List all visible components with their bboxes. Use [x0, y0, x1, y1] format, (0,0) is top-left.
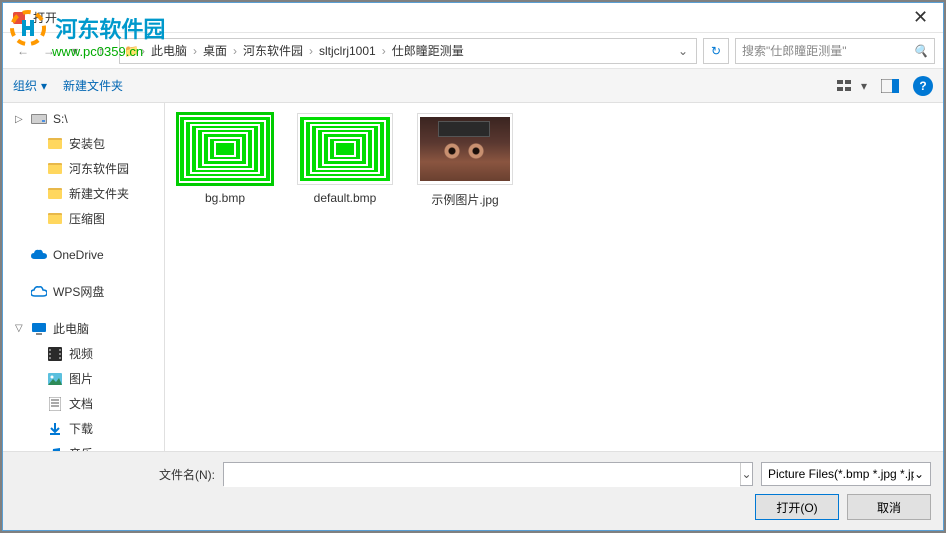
tree-item-pc[interactable]: ▽ 此电脑: [3, 316, 164, 341]
tree-item-music[interactable]: 音乐: [3, 441, 164, 451]
tree-item-folder[interactable]: 新建文件夹: [3, 181, 164, 206]
tree-label: 图片: [69, 370, 93, 387]
folder-icon: 📁: [124, 44, 139, 58]
file-item[interactable]: bg.bmp: [175, 113, 275, 205]
tree-toggle-icon[interactable]: ▷: [15, 114, 25, 125]
folder-icon: [47, 186, 63, 202]
sidebar: ▷ S:\安装包河东软件园新建文件夹压缩图 OneDrive WPS网盘 ▽ 此电脑视频图…: [3, 103, 165, 451]
tree-label: S:\: [53, 112, 68, 126]
footer: 文件名(N): ⌄ Picture Files(*.bmp *.jpg *.jp…: [3, 451, 943, 530]
search-placeholder: 搜索"仕郎瞳距测量": [742, 42, 913, 59]
nav-row: ← → ▾ ↑ 📁 › 此电脑 › 桌面 › 河东软件园 › sltjclrj1…: [3, 33, 943, 69]
chevron-down-icon[interactable]: ⌄: [678, 44, 688, 58]
tree-label: 文档: [69, 395, 93, 412]
breadcrumb-item[interactable]: 河东软件园: [239, 40, 307, 61]
organize-button[interactable]: 组织 ▾: [13, 77, 47, 94]
pc-icon: [31, 321, 47, 337]
chevron-right-icon: ›: [309, 44, 313, 58]
picture-icon: [47, 371, 63, 387]
tree-item-cloud-outline[interactable]: WPS网盘: [3, 279, 164, 304]
refresh-button[interactable]: ↻: [703, 38, 729, 64]
breadcrumb[interactable]: 📁 › 此电脑 › 桌面 › 河东软件园 › sltjclrj1001 › 仕郎…: [119, 38, 697, 64]
tree-item-folder[interactable]: 河东软件园: [3, 156, 164, 181]
download-icon: [47, 421, 63, 437]
breadcrumb-item[interactable]: 此电脑: [147, 40, 191, 61]
chevron-right-icon: ›: [233, 44, 237, 58]
tree-toggle-icon[interactable]: ▽: [15, 323, 25, 334]
video-icon: [47, 346, 63, 362]
chevron-down-icon: ⌄: [914, 467, 924, 481]
body: ▷ S:\安装包河东软件园新建文件夹压缩图 OneDrive WPS网盘 ▽ 此电脑视频图…: [3, 103, 943, 451]
drive-icon: [31, 111, 47, 127]
tree-item-doc[interactable]: 文档: [3, 391, 164, 416]
cloud-outline-icon: [31, 284, 47, 300]
tree-item-folder[interactable]: 压缩图: [3, 206, 164, 231]
tree-item-download[interactable]: 下载: [3, 416, 164, 441]
chevron-right-icon: ›: [141, 44, 145, 58]
file-item[interactable]: 示例图片.jpg: [415, 113, 515, 208]
file-name: bg.bmp: [175, 191, 275, 205]
forward-button[interactable]: →: [37, 39, 61, 63]
chevron-right-icon: ›: [193, 44, 197, 58]
folder-icon: [47, 136, 63, 152]
file-name: 示例图片.jpg: [415, 191, 515, 208]
filter-text: Picture Files(*.bmp *.jpg *.jpe: [768, 467, 914, 481]
tree-item-picture[interactable]: 图片: [3, 366, 164, 391]
file-thumbnail: [177, 113, 273, 185]
tree-label: 安装包: [69, 135, 105, 152]
breadcrumb-item[interactable]: sltjclrj1001: [315, 42, 380, 60]
new-folder-button[interactable]: 新建文件夹: [63, 77, 123, 94]
file-name: default.bmp: [295, 191, 395, 205]
tree-label: OneDrive: [53, 248, 104, 262]
tree-label: 视频: [69, 345, 93, 362]
folder-icon: [47, 161, 63, 177]
file-thumbnail: [417, 113, 513, 185]
breadcrumb-item[interactable]: 桌面: [199, 40, 231, 61]
view-button[interactable]: ▾: [837, 78, 867, 94]
open-button[interactable]: 打开(O): [755, 494, 839, 520]
search-icon: 🔍: [913, 44, 928, 58]
breadcrumb-item[interactable]: 仕郎瞳距测量: [388, 40, 468, 61]
tree-label: 下载: [69, 420, 93, 437]
tree-label: 压缩图: [69, 210, 105, 227]
files-area[interactable]: bg.bmp default.bmp 示例图片.jpg: [165, 103, 943, 451]
tree-label: WPS网盘: [53, 283, 104, 300]
up-button[interactable]: ↑: [89, 39, 113, 63]
app-icon: [11, 10, 27, 26]
close-button[interactable]: ✕: [898, 3, 943, 32]
file-thumbnail: [297, 113, 393, 185]
window-title: 打开: [33, 9, 898, 26]
search-input[interactable]: 搜索"仕郎瞳距测量" 🔍: [735, 38, 935, 64]
tree-item-cloud-blue[interactable]: OneDrive: [3, 243, 164, 267]
folder-icon: [47, 211, 63, 227]
file-item[interactable]: default.bmp: [295, 113, 395, 205]
chevron-right-icon: ›: [382, 44, 386, 58]
back-button[interactable]: ←: [11, 39, 35, 63]
tree-item-drive[interactable]: ▷ S:\: [3, 107, 164, 131]
recent-dropdown[interactable]: ▾: [63, 39, 87, 63]
titlebar: 打开 ✕: [3, 3, 943, 33]
filename-label: 文件名(N):: [15, 466, 215, 483]
tree-label: 河东软件园: [69, 160, 129, 177]
open-dialog: 河东软件园 www.pc0359.cn 打开 ✕ ← → ▾ ↑ 📁 › 此电脑…: [2, 2, 944, 531]
tree-item-folder[interactable]: 安装包: [3, 131, 164, 156]
tree-label: 此电脑: [53, 320, 89, 337]
chevron-down-icon: ▾: [861, 79, 867, 93]
doc-icon: [47, 396, 63, 412]
filename-dropdown[interactable]: ⌄: [740, 463, 752, 485]
toolbar: 组织 ▾ 新建文件夹 ▾ ?: [3, 69, 943, 103]
cloud-blue-icon: [31, 247, 47, 263]
tree-item-video[interactable]: 视频: [3, 341, 164, 366]
chevron-down-icon: ▾: [41, 79, 47, 93]
filename-input[interactable]: [224, 463, 740, 487]
filter-select[interactable]: Picture Files(*.bmp *.jpg *.jpe ⌄: [761, 462, 931, 486]
tree-label: 新建文件夹: [69, 185, 129, 202]
help-button[interactable]: ?: [913, 76, 933, 96]
preview-pane-button[interactable]: [881, 79, 899, 93]
cancel-button[interactable]: 取消: [847, 494, 931, 520]
